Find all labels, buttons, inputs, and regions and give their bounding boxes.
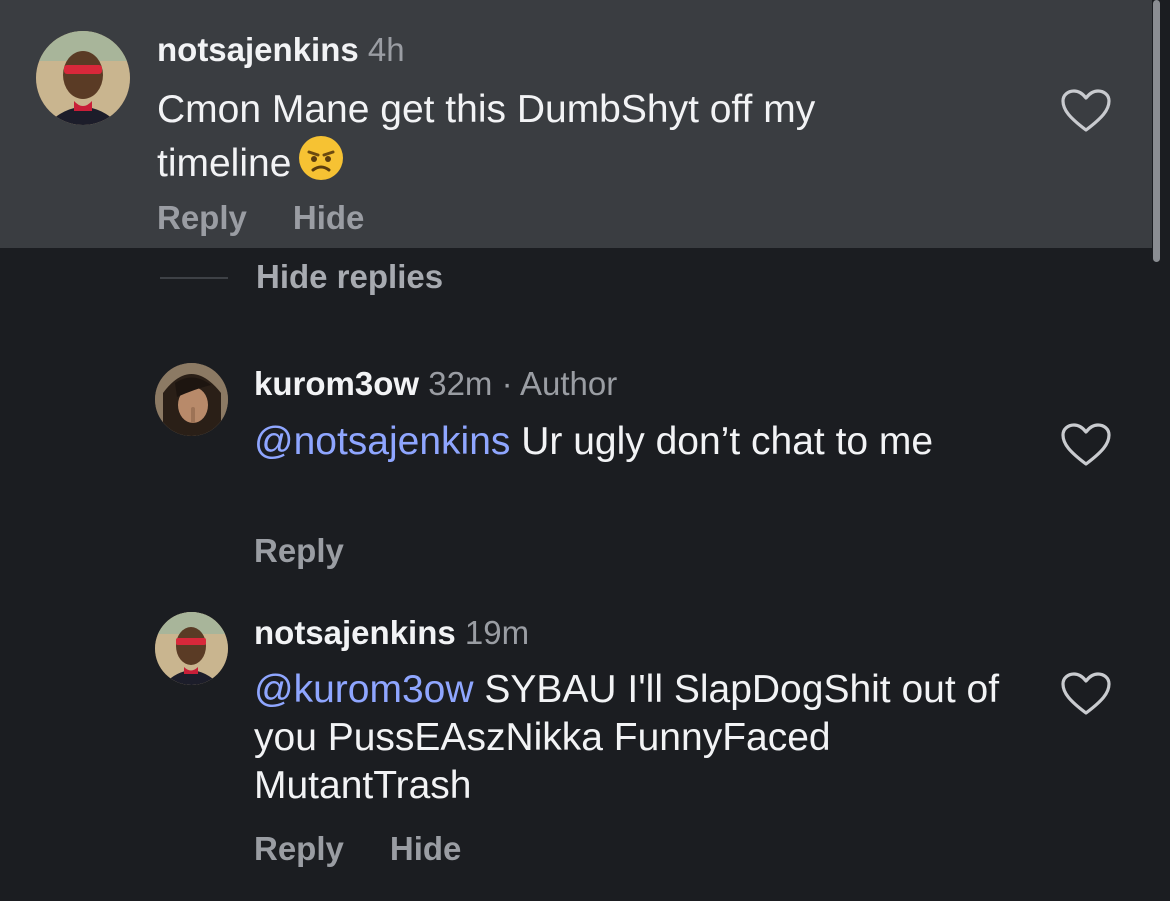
username[interactable]: notsajenkins (157, 31, 359, 68)
avatar[interactable] (36, 31, 130, 125)
reply-actions: Reply (254, 532, 344, 570)
reply-button[interactable]: Reply (254, 532, 344, 570)
timestamp: 19m (464, 614, 530, 651)
timestamp: 4h (367, 31, 405, 68)
reply-button[interactable]: Reply (157, 199, 247, 237)
heart-icon[interactable] (1060, 422, 1112, 468)
username[interactable]: kurom3ow (254, 365, 419, 402)
hide-replies-label[interactable]: Hide replies (256, 255, 443, 299)
comment-actions: Reply Hide (157, 199, 364, 237)
reply-body: Ur ugly don’t chat to me (521, 420, 934, 463)
heart-icon[interactable] (1060, 671, 1112, 717)
mention-link[interactable]: @kurom3ow (254, 668, 474, 711)
avatar[interactable] (155, 363, 228, 436)
scrollbar[interactable] (1153, 0, 1160, 262)
hide-button[interactable]: Hide (293, 199, 365, 237)
comment-body: Cmon Mane get this DumbShyt off my timel… (157, 88, 816, 185)
angry-face-emoji (297, 134, 345, 182)
reply-meta: notsajenkins 19m (254, 613, 529, 653)
thread-divider (160, 277, 228, 279)
avatar[interactable] (155, 612, 228, 685)
heart-icon[interactable] (1060, 88, 1112, 134)
reply-text: @notsajenkins Ur ugly don’t chat to me (254, 418, 1034, 466)
reply-button[interactable]: Reply (254, 830, 344, 868)
reply-text: @kurom3ow SYBAU I'll SlapDogShit out of … (254, 666, 1034, 810)
reply-meta: kurom3ow 32m · Author (254, 364, 617, 404)
comment-meta: notsajenkins 4h (157, 30, 405, 70)
author-badge: Author (519, 365, 618, 402)
meta-separator: · (501, 365, 513, 402)
hide-button[interactable]: Hide (390, 830, 462, 868)
username[interactable]: notsajenkins (254, 614, 456, 651)
timestamp: 32m (428, 365, 493, 402)
mention-link[interactable]: @notsajenkins (254, 420, 510, 463)
reply-actions: Reply Hide (254, 830, 461, 868)
comment-text: Cmon Mane get this DumbShyt off my timel… (157, 86, 937, 188)
